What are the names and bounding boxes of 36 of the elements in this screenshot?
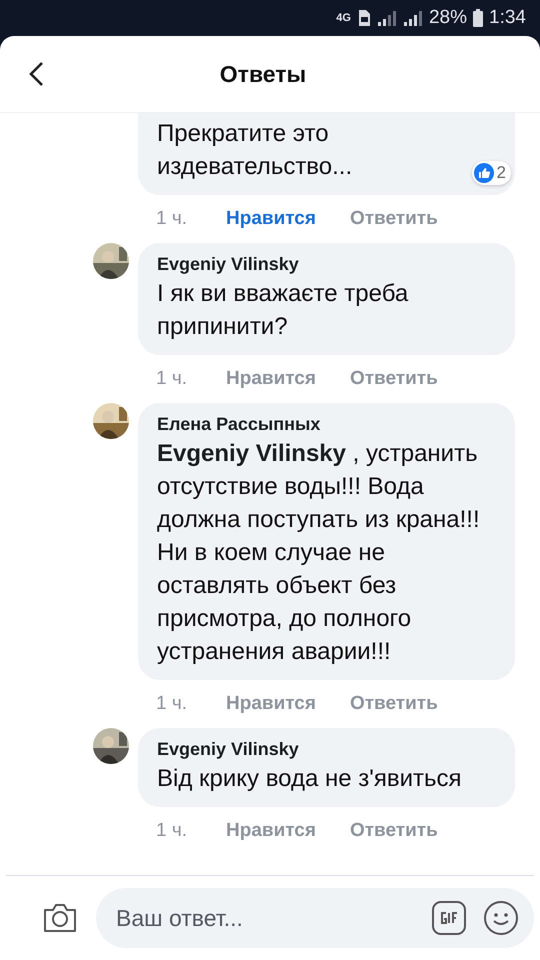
comment-text: Прекратите это издевательство...: [157, 119, 354, 182]
reply-link[interactable]: Ответить: [350, 208, 438, 230]
author-name[interactable]: Evgeniy Vilinsky: [157, 736, 299, 762]
comment-text: Evgeniy Vilinsky , устранить отсутствие воды!!! Вода должна поступать из крана!!! Ни в коем случае не оставлять объект без присмотра, до полного устранения аварии!!!: [157, 439, 481, 667]
smiley-icon: [484, 901, 518, 935]
camera-icon: [42, 902, 78, 934]
reply-field[interactable]: Ваш ответ...: [96, 888, 534, 948]
network-label: 4G: [336, 12, 351, 24]
comment-text: Від крику вода не з'явиться: [157, 764, 462, 794]
comment-time: 1 ч.: [156, 368, 188, 390]
comment-time: 1 ч.: [156, 693, 188, 715]
signal-icon: [402, 9, 423, 27]
author-name[interactable]: Evgeniy Vilinsky: [157, 251, 299, 277]
comment-text: І як ви вважаєте треба припинити?: [157, 279, 410, 342]
like-link[interactable]: Нравится: [226, 368, 316, 390]
sim-card-icon: [356, 9, 371, 27]
like-link[interactable]: Нравится: [226, 693, 316, 715]
battery-icon: [473, 9, 484, 27]
reply-link[interactable]: Ответить: [350, 693, 438, 715]
reply-link[interactable]: Ответить: [350, 368, 438, 390]
comment-time: 1 ч.: [156, 820, 188, 842]
gif-button[interactable]: [432, 901, 466, 935]
author-name[interactable]: Елена Рассыпных: [157, 411, 320, 437]
like-link[interactable]: Нравится: [226, 208, 316, 230]
thumbs-up-icon: [474, 163, 494, 183]
gif-icon: [432, 901, 466, 935]
reply-link[interactable]: Ответить: [350, 820, 438, 842]
reply-input[interactable]: Ваш ответ...: [114, 904, 414, 932]
page-title: Ответы: [220, 60, 308, 88]
signal-icon: [376, 9, 397, 27]
comment-time: 1 ч.: [156, 208, 188, 230]
emoji-button[interactable]: [484, 901, 518, 935]
battery-percent: 28%: [428, 7, 468, 29]
like-link[interactable]: Нравится: [226, 820, 316, 842]
clock: 1:34: [489, 7, 526, 29]
camera-button[interactable]: [42, 902, 78, 934]
